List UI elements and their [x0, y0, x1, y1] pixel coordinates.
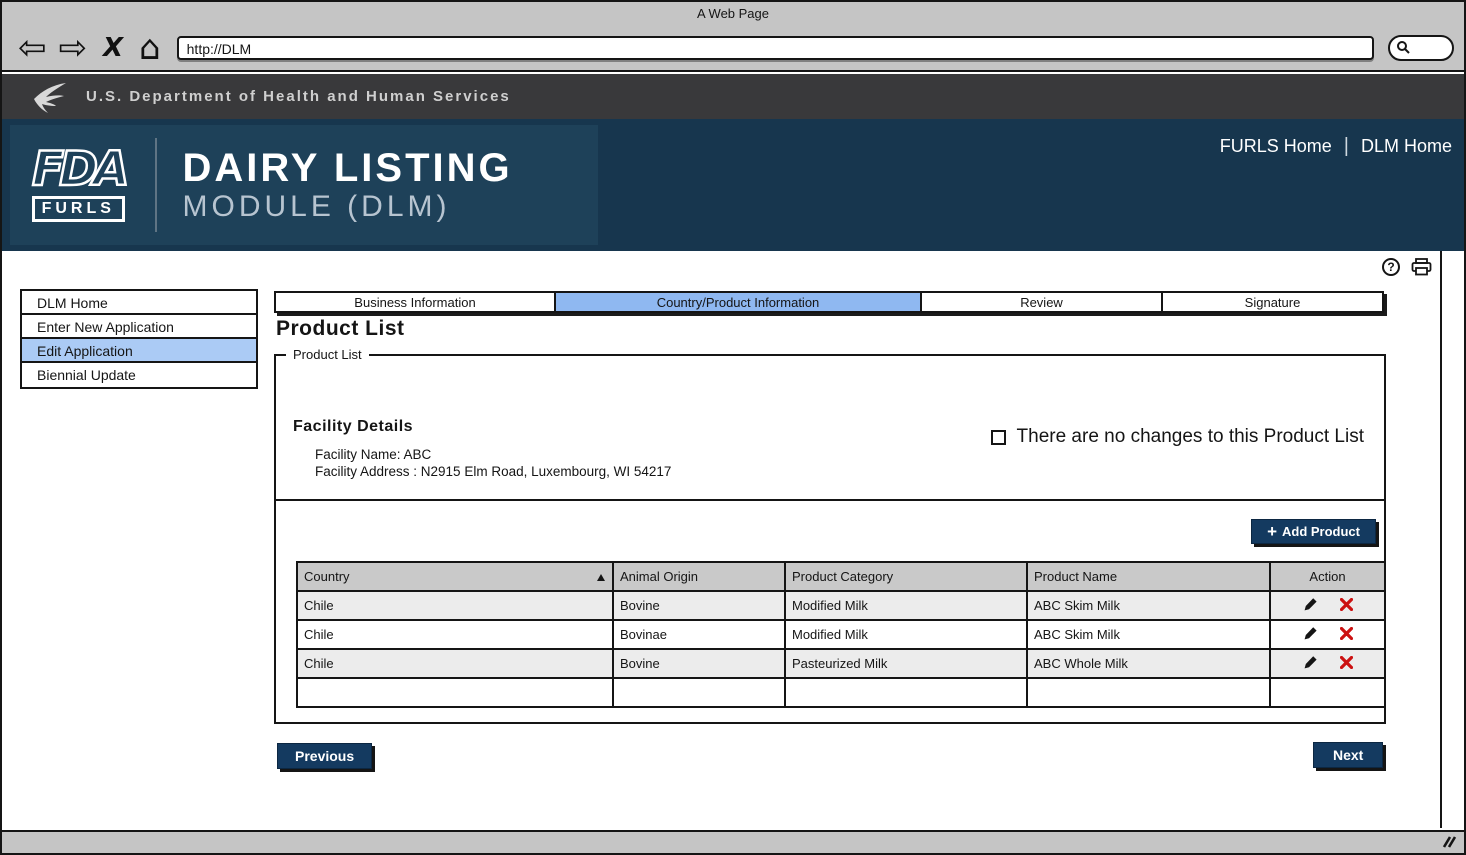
search-box[interactable]	[1388, 35, 1454, 61]
window-statusbar	[2, 830, 1464, 853]
banner-links-separator: |	[1344, 135, 1349, 158]
cell-action	[1270, 620, 1385, 649]
fda-logo-text: FDA	[32, 148, 125, 193]
cell-animal-origin: Bovine	[613, 649, 785, 678]
column-header-product-name[interactable]: Product Name	[1027, 562, 1270, 591]
no-changes-checkbox-row: There are no changes to this Product Lis…	[991, 426, 1364, 448]
window-title: A Web Page	[697, 6, 769, 21]
delete-x-icon[interactable]	[1340, 627, 1353, 640]
product-table: Country Animal Origin Product Category P…	[296, 561, 1386, 708]
resize-grip-icon[interactable]	[1440, 835, 1458, 849]
tab-signature[interactable]: Signature	[1163, 293, 1382, 311]
table-row: Chile Bovine Modified Milk ABC Skim Milk	[297, 591, 1385, 620]
help-icon[interactable]: ?	[1382, 258, 1400, 276]
cell-product-category: Pasteurized Milk	[785, 649, 1027, 678]
cell-country: Chile	[297, 591, 613, 620]
add-product-button[interactable]: + Add Product	[1251, 519, 1376, 544]
cell-animal-origin: Bovinae	[613, 620, 785, 649]
cell-country: Chile	[297, 620, 613, 649]
table-row-empty	[297, 678, 1385, 707]
sidebar-item-enter-new-application[interactable]: Enter New Application	[22, 315, 256, 339]
no-changes-label: There are no changes to this Product Lis…	[1017, 426, 1364, 448]
cell-empty	[785, 678, 1027, 707]
facility-address: Facility Address : N2915 Elm Road, Luxem…	[315, 464, 671, 479]
cell-action	[1270, 649, 1385, 678]
cell-action	[1270, 591, 1385, 620]
cell-empty	[1270, 678, 1385, 707]
no-changes-checkbox[interactable]	[991, 430, 1006, 445]
furls-home-link[interactable]: FURLS Home	[1220, 136, 1332, 157]
next-button[interactable]: Next	[1313, 742, 1383, 768]
edit-pencil-icon[interactable]	[1303, 626, 1318, 641]
forward-icon[interactable]: ⇨	[59, 31, 88, 65]
cell-product-name: ABC Skim Milk	[1027, 620, 1270, 649]
page-content: ? DLM Home Enter New Application Edit Ap…	[2, 251, 1464, 828]
banner-links: FURLS Home | DLM Home	[1220, 135, 1452, 158]
back-icon[interactable]: ⇦	[18, 31, 47, 65]
tab-review[interactable]: Review	[922, 293, 1163, 311]
facility-details-heading: Facility Details	[293, 418, 413, 436]
fda-furls-logo-block: FDA FURLS DAIRY LISTING MODULE (DLM)	[10, 125, 598, 245]
column-header-country[interactable]: Country	[297, 562, 613, 591]
app-banner: FDA FURLS DAIRY LISTING MODULE (DLM) FUR…	[2, 119, 1464, 251]
edit-pencil-icon[interactable]	[1303, 655, 1318, 670]
cell-country: Chile	[297, 649, 613, 678]
cell-empty	[613, 678, 785, 707]
stop-icon[interactable]: X	[103, 35, 123, 61]
hhs-eagle-logo-icon	[28, 79, 70, 115]
edit-pencil-icon[interactable]	[1303, 597, 1318, 612]
cell-product-name: ABC Skim Milk	[1027, 591, 1270, 620]
help-print-toolbar: ?	[1382, 258, 1432, 276]
home-icon[interactable]: ⌂	[139, 31, 161, 65]
window-titlebar: A Web Page	[2, 2, 1464, 25]
cell-empty	[1027, 678, 1270, 707]
hhs-header-bar: U.S. Department of Health and Human Serv…	[2, 74, 1464, 119]
previous-button[interactable]: Previous	[277, 743, 372, 769]
sort-ascending-icon	[597, 574, 605, 581]
delete-x-icon[interactable]	[1340, 656, 1353, 669]
cell-animal-origin: Bovine	[613, 591, 785, 620]
print-icon[interactable]	[1411, 258, 1432, 276]
tab-business-information[interactable]: Business Information	[276, 293, 556, 311]
sidebar-nav: DLM Home Enter New Application Edit Appl…	[20, 289, 258, 389]
furls-logo-text: FURLS	[32, 196, 125, 222]
page-title: Product List	[276, 317, 405, 341]
url-input[interactable]: http://DLM	[177, 36, 1374, 60]
table-row: Chile Bovinae Modified Milk ABC Skim Mil…	[297, 620, 1385, 649]
fda-furls-logo: FDA FURLS	[32, 148, 125, 222]
column-header-animal-origin[interactable]: Animal Origin	[613, 562, 785, 591]
add-product-label: Add Product	[1282, 524, 1360, 539]
browser-window: A Web Page ⇦ ⇨ X ⌂ http://DLM U.S. Depar…	[0, 0, 1466, 855]
app-title-line1: DAIRY LISTING	[183, 146, 513, 190]
column-header-action: Action	[1270, 562, 1385, 591]
section-divider	[274, 499, 1386, 501]
product-list-fieldset: Product List Facility Details Facility N…	[274, 354, 1386, 724]
sidebar-item-biennial-update[interactable]: Biennial Update	[22, 363, 256, 387]
banner-divider	[155, 138, 157, 232]
table-header-row: Country Animal Origin Product Category P…	[297, 562, 1385, 591]
wizard-tabs: Business Information Country/Product Inf…	[274, 291, 1384, 313]
search-icon	[1396, 40, 1411, 55]
delete-x-icon[interactable]	[1340, 598, 1353, 611]
cell-product-category: Modified Milk	[785, 591, 1027, 620]
fieldset-legend: Product List	[286, 347, 369, 362]
dlm-home-link[interactable]: DLM Home	[1361, 136, 1452, 157]
app-title-line2: MODULE (DLM)	[183, 190, 513, 225]
cell-product-category: Modified Milk	[785, 620, 1027, 649]
app-title: DAIRY LISTING MODULE (DLM)	[183, 146, 513, 225]
content-right-border	[1440, 251, 1442, 828]
cell-empty	[297, 678, 613, 707]
sidebar-item-edit-application[interactable]: Edit Application	[22, 339, 256, 363]
cell-product-name: ABC Whole Milk	[1027, 649, 1270, 678]
column-header-product-category[interactable]: Product Category	[785, 562, 1027, 591]
facility-name: Facility Name: ABC	[315, 447, 431, 462]
tab-country-product-information[interactable]: Country/Product Information	[556, 293, 922, 311]
browser-toolbar: ⇦ ⇨ X ⌂ http://DLM	[2, 25, 1464, 72]
table-row: Chile Bovine Pasteurized Milk ABC Whole …	[297, 649, 1385, 678]
sidebar-item-dlm-home[interactable]: DLM Home	[22, 291, 256, 315]
hhs-header-text: U.S. Department of Health and Human Serv…	[86, 88, 511, 105]
